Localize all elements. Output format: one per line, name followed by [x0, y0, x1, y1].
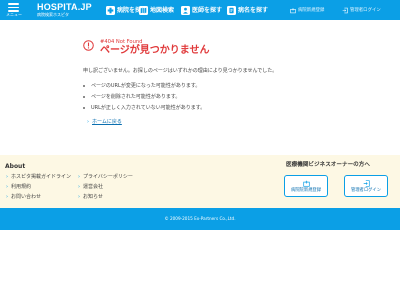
error-reasons-list: ページのURLが変更になった可能性があります。 ページを削除された可能性がありま…: [83, 83, 205, 116]
footer-link-news[interactable]: › お知らせ: [78, 194, 133, 204]
chevron-right-icon: ›: [6, 174, 8, 180]
nav-map-search[interactable]: 地図検索: [139, 5, 174, 16]
home-link[interactable]: › ホームに戻る: [87, 119, 122, 125]
chevron-right-icon: ›: [87, 119, 89, 125]
hospital-register-icon: [302, 180, 310, 187]
logo-subtitle: 病院検索ホスピタ: [37, 12, 69, 17]
list-item: ページを削除された可能性があります。: [83, 94, 205, 105]
chevron-right-icon: ›: [6, 184, 8, 190]
menu-label: メニュー: [6, 12, 22, 17]
admin-login-button[interactable]: 管理者ログイン: [344, 175, 388, 197]
login-icon: [363, 179, 370, 187]
footer-link-privacy[interactable]: › プライバシーポリシー: [78, 174, 133, 184]
site-footer: About › ホスピタ掲載ガイドライン › 利用規約 › お問い合わせ › プライバシ…: [0, 155, 400, 208]
hospital-icon: [106, 6, 115, 15]
footer-link-company[interactable]: › 運営会社: [78, 184, 133, 194]
map-icon: [139, 6, 148, 15]
chevron-right-icon: ›: [78, 194, 80, 200]
menu-button[interactable]: メニュー: [3, 2, 25, 19]
hospital-register-link[interactable]: 病院新規登録: [290, 6, 324, 15]
nav-find-doctor[interactable]: 医師を探す: [181, 5, 222, 16]
bullet-icon: [83, 96, 85, 98]
hospital-register-button[interactable]: 病院院新規登録: [284, 175, 328, 197]
site-logo[interactable]: HOSPITA.JP 病院検索ホスピタ: [37, 2, 92, 18]
list-item: URLが正しく入力されていない可能性があります。: [83, 105, 205, 116]
footer-link-guideline[interactable]: › ホスピタ掲載ガイドライン: [6, 174, 71, 184]
footer-link-terms[interactable]: › 利用規約: [6, 184, 71, 194]
doctor-icon: [181, 6, 190, 15]
disease-icon: [227, 6, 236, 15]
hospital-register-icon: [290, 8, 296, 14]
about-heading: About: [5, 163, 26, 170]
footer-links-col2: › プライバシーポリシー › 運営会社 › お知らせ: [78, 174, 133, 204]
owner-heading: 医療機関ビジネスオーナーの方へ: [286, 162, 370, 168]
copyright-bar: © 2009-2015 Ex-Partners Co.,Ltd.: [0, 208, 400, 230]
admin-login-link[interactable]: 管理者ログイン: [342, 6, 381, 15]
chevron-right-icon: ›: [78, 184, 80, 190]
logo-text: HOSPITA.JP: [37, 2, 92, 12]
bullet-icon: [83, 107, 85, 109]
login-icon: [342, 7, 348, 14]
error-message: 申し訳ございません。お探しのページはいずれかの理由により見つかりませんでした。: [83, 68, 278, 74]
list-item: ページのURLが変更になった可能性があります。: [83, 83, 205, 94]
chevron-right-icon: ›: [6, 194, 8, 200]
chevron-right-icon: ›: [78, 174, 80, 180]
footer-link-contact[interactable]: › お問い合わせ: [6, 194, 71, 204]
site-header: メニュー HOSPITA.JP 病院検索ホスピタ 病院を探す 地図検索 医師を探…: [0, 0, 400, 20]
nav-find-disease[interactable]: 病名を探す: [227, 5, 268, 16]
page-title: ページが見つかりません: [100, 45, 210, 56]
footer-links-col1: › ホスピタ掲載ガイドライン › 利用規約 › お問い合わせ: [6, 174, 71, 204]
alert-icon: [83, 40, 94, 51]
copyright-text: © 2009-2015 Ex-Partners Co.,Ltd.: [164, 216, 236, 221]
bullet-icon: [83, 85, 85, 87]
hamburger-icon: [8, 3, 19, 12]
